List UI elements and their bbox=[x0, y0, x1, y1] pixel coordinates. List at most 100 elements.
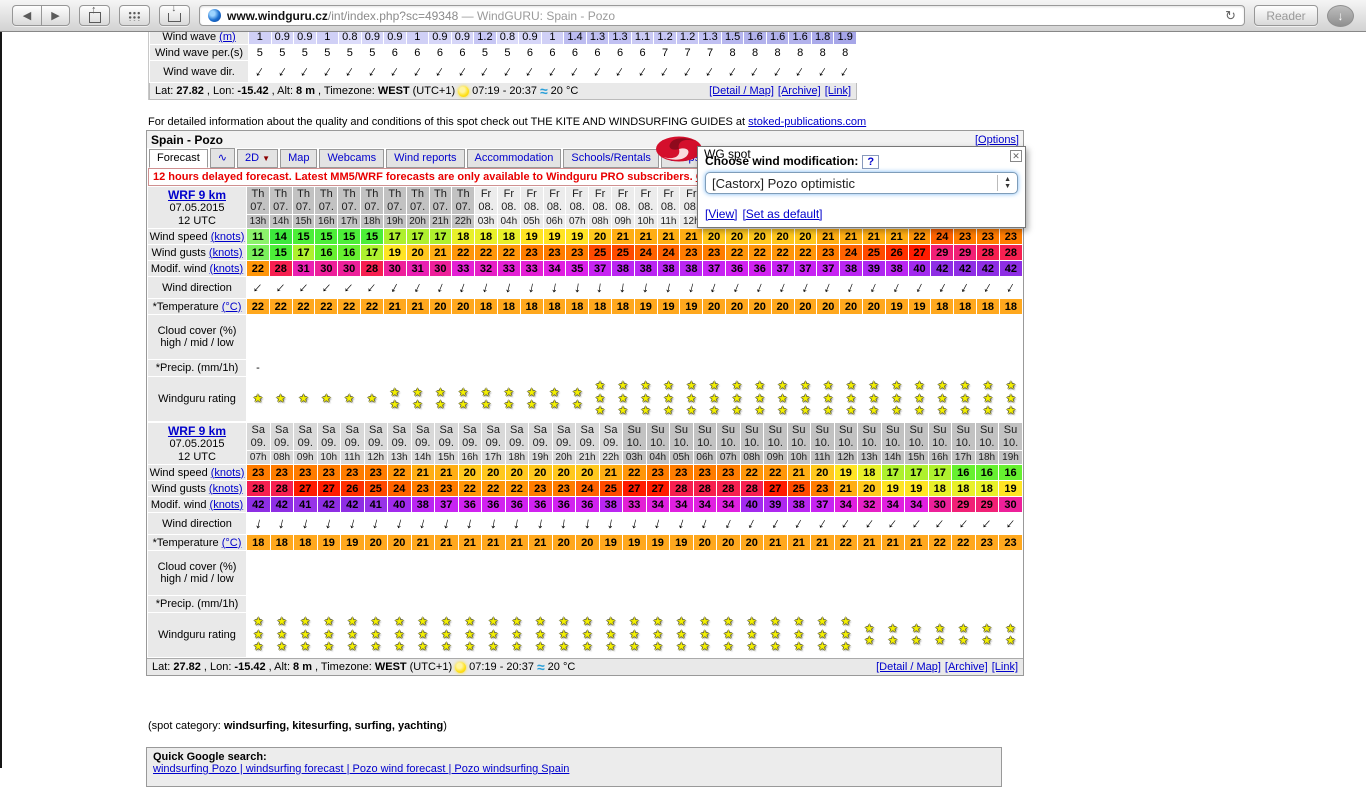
footer-link[interactable]: [Archive] bbox=[945, 661, 988, 673]
star-icon: ★ bbox=[954, 380, 976, 393]
download-button[interactable]: ↓ bbox=[1327, 5, 1354, 27]
reader-button[interactable]: Reader bbox=[1254, 5, 1318, 26]
wind-direction-cell: ↓ bbox=[909, 277, 931, 298]
wind-direction-cell: ↓ bbox=[726, 277, 748, 298]
wind-direction-arrow: ↓ bbox=[652, 515, 663, 531]
temp-unit-link[interactable]: (°C) bbox=[222, 301, 242, 313]
address-bar[interactable]: www.windguru.cz/int/index.php?sc=49348 —… bbox=[199, 5, 1245, 26]
star-icon: ★ bbox=[271, 641, 294, 654]
star-icon: ★ bbox=[1000, 380, 1022, 393]
model-link[interactable]: WRF 9 km bbox=[168, 424, 226, 438]
downloads-tray-button[interactable] bbox=[159, 5, 190, 26]
footer-link[interactable]: [Archive] bbox=[778, 85, 821, 97]
wind-direction-arrow: ↓ bbox=[748, 63, 762, 80]
top-sites-button[interactable] bbox=[119, 5, 150, 26]
temperature-cell: 21 bbox=[506, 535, 529, 550]
guides-text: For detailed information about the quali… bbox=[148, 116, 748, 128]
precip-cell bbox=[952, 596, 975, 612]
share-button[interactable] bbox=[79, 5, 110, 26]
footer-links: [Detail / Map] [Archive] [Link] bbox=[709, 85, 851, 97]
wind-direction-arrow: ↓ bbox=[686, 279, 697, 295]
footer-link[interactable]: [Detail / Map] bbox=[709, 85, 774, 97]
gusts-cell: 28 bbox=[741, 481, 764, 496]
close-icon[interactable]: ✕ bbox=[1010, 150, 1022, 162]
sun-icon bbox=[455, 662, 466, 673]
star-icon: ★ bbox=[475, 387, 497, 400]
speed-unit-link[interactable]: (knots) bbox=[211, 231, 245, 243]
footer-link[interactable]: [Link] bbox=[992, 661, 1018, 673]
tab-2d[interactable]: 2D ▼ bbox=[237, 149, 278, 168]
back-button[interactable]: ◀ bbox=[12, 5, 41, 26]
wind-direction-cell: ↓ bbox=[482, 513, 505, 534]
precip-cell bbox=[475, 360, 497, 376]
speed-cell: 23 bbox=[247, 465, 270, 480]
gusts-cell: 26 bbox=[341, 481, 364, 496]
precip-cell bbox=[726, 360, 748, 376]
gusts-unit-link[interactable]: (knots) bbox=[209, 247, 243, 259]
day-header: Su10. bbox=[741, 423, 764, 450]
hour-header: 19h bbox=[384, 215, 406, 228]
wind-direction-arrow: ↓ bbox=[455, 63, 469, 80]
footer-link[interactable]: [Detail / Map] bbox=[876, 661, 941, 673]
view-link[interactable]: [View] bbox=[705, 207, 737, 221]
temperature-cell: 19 bbox=[909, 299, 931, 314]
speed-unit-link[interactable]: (knots) bbox=[211, 467, 245, 479]
forward-button[interactable]: ▶ bbox=[41, 5, 70, 26]
day-header: Sa09. bbox=[247, 423, 270, 450]
wind-direction-cell: ↓ bbox=[886, 277, 908, 298]
wind-direction-cell: ↓ bbox=[694, 513, 717, 534]
star-icon: ★ bbox=[294, 641, 317, 654]
wind-direction-arrow: ↓ bbox=[745, 515, 758, 532]
tab-wind-reports[interactable]: Wind reports bbox=[386, 149, 464, 168]
set-default-link[interactable]: [Set as default] bbox=[742, 207, 822, 221]
refresh-icon[interactable]: ↻ bbox=[1225, 8, 1236, 24]
wind-modification-popup: WG spot Choose wind modification:? ✕ [Ca… bbox=[697, 146, 1026, 228]
hour-header: 08h bbox=[741, 451, 764, 464]
star-icon: ★ bbox=[247, 629, 270, 642]
gusts-cell: 23 bbox=[817, 245, 839, 260]
tab-graph[interactable]: ∿ bbox=[210, 148, 235, 168]
tab-accommodation[interactable]: Accommodation bbox=[467, 149, 562, 168]
star-icon: ★ bbox=[294, 616, 317, 629]
precip-cell bbox=[576, 596, 599, 612]
hour-header: 16h bbox=[929, 451, 952, 464]
gusts-cell: 28 bbox=[271, 481, 294, 496]
tab-forecast[interactable]: Forecast bbox=[149, 149, 208, 168]
star-icon: ★ bbox=[977, 380, 999, 393]
star-icon: ★ bbox=[909, 393, 931, 406]
gusts-cell: 19 bbox=[384, 245, 406, 260]
cloud-cover-cells bbox=[247, 551, 1022, 595]
temperature-cell: 19 bbox=[635, 299, 657, 314]
temperature-cell: 18 bbox=[544, 299, 566, 314]
precip-cell bbox=[882, 596, 905, 612]
temp-unit-link[interactable]: (°C) bbox=[222, 537, 242, 549]
modif-cell: 30 bbox=[384, 261, 406, 276]
star-icon: ★ bbox=[529, 616, 552, 629]
gusts-cell: 25 bbox=[600, 481, 623, 496]
wave-unit-link[interactable]: (m) bbox=[219, 31, 236, 43]
gusts-cell: 22 bbox=[498, 245, 520, 260]
modif-unit-link[interactable]: (knots) bbox=[210, 499, 244, 511]
gusts-unit-link[interactable]: (knots) bbox=[209, 483, 243, 495]
options-link[interactable]: [Options] bbox=[975, 134, 1019, 146]
footer-link[interactable]: [Link] bbox=[825, 85, 851, 97]
wind-direction-cell: ↓ bbox=[317, 61, 339, 82]
tab-map[interactable]: Map bbox=[280, 149, 317, 168]
model-link[interactable]: WRF 9 km bbox=[168, 188, 226, 202]
quick-google-search-box: Quick Google search: windsurfing Pozo | … bbox=[146, 747, 1002, 787]
tab-webcams[interactable]: Webcams bbox=[319, 149, 384, 168]
help-button[interactable]: ? bbox=[862, 155, 879, 169]
tab-schools-rentals[interactable]: Schools/Rentals bbox=[563, 149, 659, 168]
rating-cell: ★★ bbox=[905, 613, 928, 657]
wind-direction-cell: ↓ bbox=[506, 513, 529, 534]
star-icon: ★ bbox=[544, 387, 566, 400]
gusts-cell: 29 bbox=[931, 245, 953, 260]
temperature-cell: 19 bbox=[658, 299, 680, 314]
guides-link[interactable]: stoked-publications.com bbox=[748, 116, 866, 128]
wind-direction-cell: ↓ bbox=[744, 61, 766, 82]
wind-modification-select[interactable]: [Castorx] Pozo optimistic ▲▼ bbox=[705, 172, 1018, 194]
wind-direction-cell: ↓ bbox=[452, 277, 474, 298]
wind-direction-cell: ↓ bbox=[294, 61, 316, 82]
modif-unit-link[interactable]: (knots) bbox=[210, 263, 244, 275]
speed-cell: 16 bbox=[999, 465, 1022, 480]
